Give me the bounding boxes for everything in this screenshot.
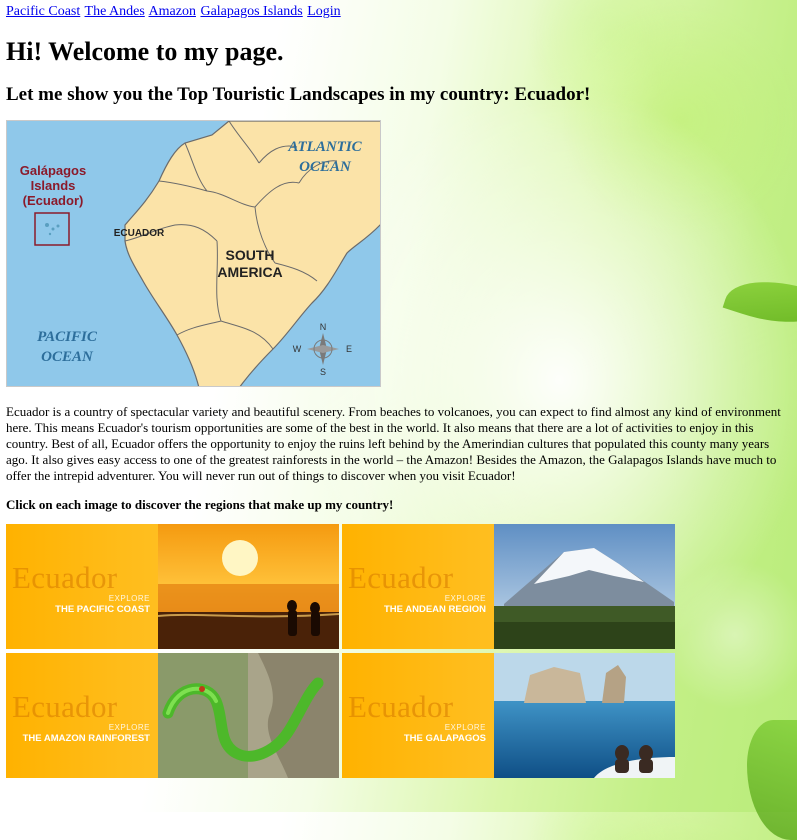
galapagos-label-line3: (Ecuador) xyxy=(23,193,84,208)
intro-paragraph: Ecuador is a country of spectacular vari… xyxy=(6,404,781,483)
region-gallery: Ecuador EXPLORE THE PACIFIC COAST Ecuado… xyxy=(6,524,676,778)
south-america-label-line2: AMERICA xyxy=(217,264,282,280)
compass-n-label: N xyxy=(320,322,327,332)
tile-panel: Ecuador EXPLORE THE AMAZON RAINFOREST xyxy=(6,653,158,778)
tile-explore-label: EXPLORE xyxy=(108,594,150,603)
galapagos-photo xyxy=(494,653,675,778)
top-nav: Pacific Coast The Andes Amazon Galapagos… xyxy=(6,0,791,20)
andean-region-photo xyxy=(494,524,675,649)
tile-region-label: THE GALAPAGOS xyxy=(403,733,486,744)
andean-region-tile[interactable]: Ecuador EXPLORE THE ANDEAN REGION xyxy=(342,524,675,649)
pacific-ocean-label-line1: PACIFIC xyxy=(37,329,98,345)
gallery-instruction: Click on each image to discover the regi… xyxy=(6,497,394,512)
tile-panel: Ecuador EXPLORE THE GALAPAGOS xyxy=(342,653,494,778)
tile-brand: Ecuador xyxy=(12,689,118,724)
nav-link-amazon[interactable]: Amazon xyxy=(149,4,196,19)
galapagos-label-line2: Islands xyxy=(31,178,76,193)
south-america-label-line1: SOUTH xyxy=(226,247,275,263)
tile-region-label: THE PACIFIC COAST xyxy=(55,604,150,615)
island-dot xyxy=(45,223,49,227)
galapagos-label-line1: Galápagos xyxy=(20,163,86,178)
island-dot xyxy=(56,224,60,228)
island-dot xyxy=(48,232,52,236)
tile-region-label: THE AMAZON RAINFOREST xyxy=(22,733,150,744)
amazon-rainforest-tile[interactable]: Ecuador EXPLORE THE AMAZON RAINFOREST xyxy=(6,653,339,778)
tile-explore-label: EXPLORE xyxy=(108,723,150,732)
island-dot xyxy=(51,227,55,231)
ecuador-label: ECUADOR xyxy=(114,228,165,239)
atlantic-ocean-label-line1: ATLANTIC xyxy=(287,139,362,155)
page-title: Hi! Welcome to my page. xyxy=(6,37,284,66)
amazon-rainforest-photo xyxy=(158,653,339,778)
pacific-coast-photo xyxy=(158,524,339,649)
nav-link-the-andes[interactable]: The Andes xyxy=(85,4,145,19)
pacific-coast-tile[interactable]: Ecuador EXPLORE THE PACIFIC COAST xyxy=(6,524,339,649)
tile-brand: Ecuador xyxy=(348,689,454,724)
compass-s-label: S xyxy=(320,367,326,377)
tile-brand: Ecuador xyxy=(348,560,454,595)
compass-w-label: W xyxy=(293,344,302,354)
page-subtitle: Let me show you the Top Touristic Landsc… xyxy=(6,84,591,105)
nav-link-galapagos-islands[interactable]: Galapagos Islands xyxy=(200,4,302,19)
nav-link-pacific-coast[interactable]: Pacific Coast xyxy=(6,4,80,19)
tile-explore-label: EXPLORE xyxy=(444,723,486,732)
tile-explore-label: EXPLORE xyxy=(444,594,486,603)
galapagos-tile[interactable]: Ecuador EXPLORE THE GALAPAGOS xyxy=(342,653,675,778)
page-content: Pacific Coast The Andes Amazon Galapagos… xyxy=(0,0,797,778)
tile-region-label: THE ANDEAN REGION xyxy=(383,604,486,615)
atlantic-ocean-label-line2: OCEAN xyxy=(299,159,352,175)
tile-panel: Ecuador EXPLORE THE ANDEAN REGION xyxy=(342,524,494,649)
tile-brand: Ecuador xyxy=(12,560,118,595)
map-illustration: N S E W ATLANTIC OCEAN PACIFIC OCEAN Gal… xyxy=(7,121,380,386)
ecuador-map-image: N S E W ATLANTIC OCEAN PACIFIC OCEAN Gal… xyxy=(6,120,381,387)
compass-e-label: E xyxy=(346,344,352,354)
tile-panel: Ecuador EXPLORE THE PACIFIC COAST xyxy=(6,524,158,649)
pacific-ocean-label-line2: OCEAN xyxy=(41,349,94,365)
nav-link-login[interactable]: Login xyxy=(307,4,340,19)
